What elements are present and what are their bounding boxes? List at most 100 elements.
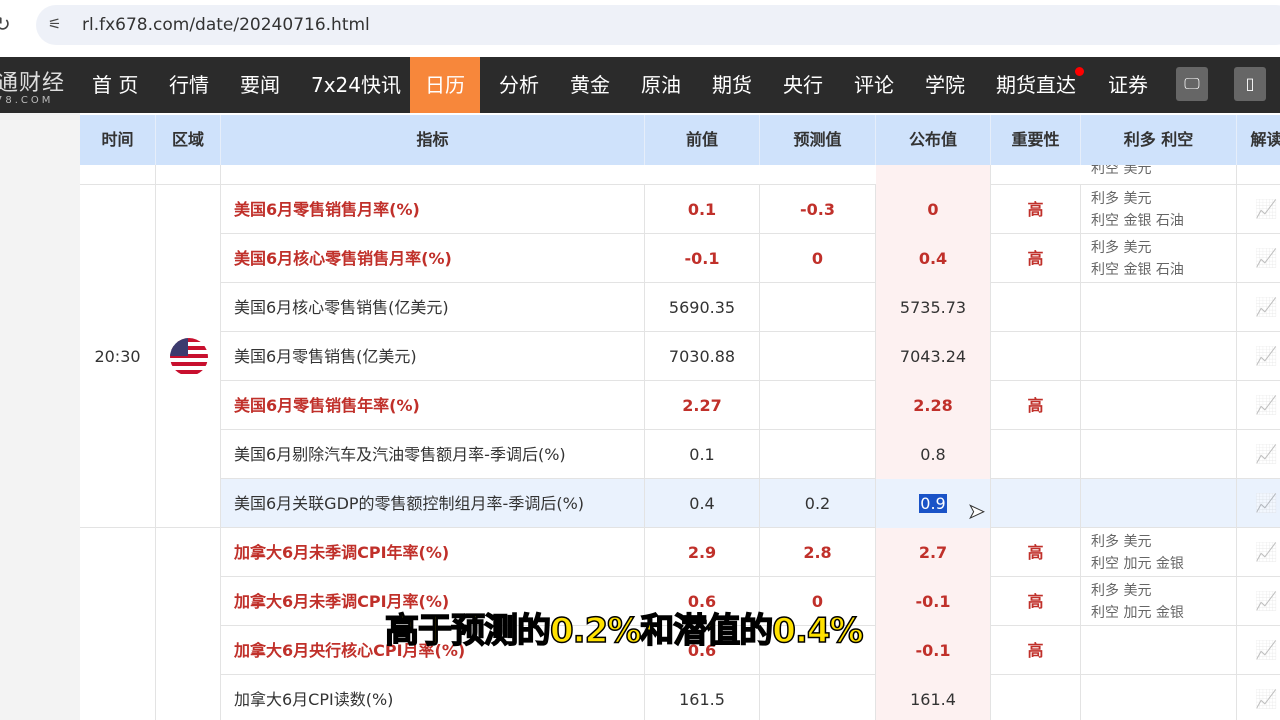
table-row[interactable]: 美国6月关联GDP的零售额控制组月率-季调后(%) 0.4 0.2 0.9 📈 [221,479,1280,528]
table-row[interactable]: 加拿大6月CPI读数(%) 161.5 161.4 📈 [221,675,1280,720]
importance: 高 [991,626,1081,675]
previous-value: -0.1 [645,234,760,283]
indicator-name[interactable]: 加拿大6月CPI读数(%) [221,675,645,720]
table-header: 时间 区域 指标 前值 预测值 公布值 重要性 利多 利空 解读 [80,115,1280,165]
nav-item[interactable]: 原油 [637,57,685,113]
chart-icon[interactable]: 📈 [1237,626,1280,675]
importance: 高 [991,577,1081,626]
table-row[interactable]: 美国6月剔除汽车及汽油零售额月率-季调后(%) 0.1 0.8 📈 [221,430,1280,479]
desktop-icon[interactable]: 🖵 [1176,67,1208,101]
nav-item[interactable]: 行情 [165,57,213,113]
published-value: 7043.24 [876,332,991,381]
table-row[interactable]: 加拿大6月未季调CPI年率(%) 2.9 2.8 2.7 高利多 美元 利空 加元 金银 📈 [221,528,1280,577]
nav-item[interactable]: 证券 [1104,57,1152,113]
url-text[interactable]: rl.fx678.com/date/20240716.html [82,15,370,35]
mobile-icon[interactable]: ▯ [1234,67,1266,101]
nav-item[interactable]: 分析 [495,57,543,113]
previous-value: 7030.88 [645,332,760,381]
effect-cell: 利多 美元 利空 加元 金银 [1081,528,1237,577]
table-row[interactable]: 美国6月零售销售月率(%) 0.1 -0.3 0 高利多 美元 利空 金银 石油 📈 [221,185,1280,234]
effect-cell [1081,626,1237,675]
nav-item[interactable]: 期货直达 [992,57,1080,113]
left-gutter [0,113,80,720]
column-header: 解读 [1237,115,1280,165]
table-row[interactable]: 美国6月核心零售销售(亿美元) 5690.35 5735.73 📈 [221,283,1280,332]
forecast-value: -0.3 [760,185,876,234]
chart-icon[interactable]: 📈 [1237,185,1280,234]
indicator-name[interactable]: 美国6月剔除汽车及汽油零售额月率-季调后(%) [221,430,645,479]
logo-sub: 78.COM [0,95,54,106]
site-settings-icon[interactable]: ⚟ [48,15,61,33]
chart-icon[interactable]: 📈 [1237,528,1280,577]
table-row[interactable]: 美国6月零售销售年率(%) 2.27 2.28 高 📈 [221,381,1280,430]
time-text: 20:30 [94,346,141,366]
chart-icon[interactable]: 📈 [1237,479,1280,528]
column-header: 前值 [645,115,760,165]
nav-item[interactable]: 首 页 [88,57,142,113]
forecast-value [760,381,876,430]
importance: 高 [991,185,1081,234]
nav-item[interactable]: 日历 [410,57,480,113]
published-value: 0 [876,185,991,234]
nav-item[interactable]: 期货 [708,57,756,113]
effect-line: 利多 美元 [1091,583,1152,599]
logo[interactable]: 通财经 78.COM [0,65,65,106]
table-row[interactable]: 美国6月零售销售(亿美元) 7030.88 7043.24 📈 [221,332,1280,381]
effect-line: 利多 美元 [1091,191,1152,207]
column-header: 指标 [221,115,645,165]
indicator-name[interactable]: 美国6月零售销售(亿美元) [221,332,645,381]
published-value: 2.7 [876,528,991,577]
effect-cell [1081,332,1237,381]
indicator-name[interactable]: 美国6月零售销售年率(%) [221,381,645,430]
importance [991,430,1081,479]
chart-icon[interactable]: 📈 [1237,381,1280,430]
table-row[interactable]: 美国6月核心零售销售月率(%) -0.1 0 0.4 高利多 美元 利空 金银 石油 📈 [221,234,1280,283]
chart-icon[interactable]: 📈 [1237,577,1280,626]
reload-icon[interactable]: ↻ [0,12,11,36]
effect-cell [1081,381,1237,430]
effect-line: 利空 金银 石油 [1091,262,1184,278]
forecast-value [760,283,876,332]
address-bar[interactable]: ⚟ rl.fx678.com/date/20240716.html [36,5,1280,45]
browser-bar: ↻ ⚟ rl.fx678.com/date/20240716.html [0,0,1280,55]
mouse-cursor-icon: ➤ [968,499,986,524]
forecast-value: 0.2 [760,479,876,528]
effect-cell [1081,675,1237,720]
indicator-name[interactable]: 美国6月关联GDP的零售额控制组月率-季调后(%) [221,479,645,528]
nav-item[interactable]: 央行 [779,57,827,113]
nav-item[interactable]: 要闻 [236,57,284,113]
forecast-value [760,332,876,381]
indicator-name[interactable]: 美国6月核心零售销售月率(%) [221,234,645,283]
chart-icon[interactable]: 📈 [1237,234,1280,283]
published-value: 161.4 [876,675,991,720]
indicator-name[interactable]: 加拿大6月未季调CPI年率(%) [221,528,645,577]
nav-item[interactable]: 学院 [921,57,969,113]
nav-item[interactable]: 黄金 [566,57,614,113]
region-cell [156,185,221,528]
published-value: 2.28 [876,381,991,430]
previous-value: 0.1 [645,430,760,479]
previous-value: 0.1 [645,185,760,234]
importance: 高 [991,234,1081,283]
effect-cell: 利多 美元 利空 金银 石油 [1081,234,1237,283]
importance [991,332,1081,381]
effect-line: 利多 美元 [1091,534,1152,550]
forecast-value [760,675,876,720]
indicator-name[interactable]: 美国6月核心零售销售(亿美元) [221,283,645,332]
column-header: 时间 [80,115,156,165]
chart-icon[interactable]: 📈 [1237,430,1280,479]
chart-icon[interactable]: 📈 [1237,332,1280,381]
published-value: -0.1 [876,577,991,626]
logo-text: 通财经 [0,71,66,96]
chart-icon[interactable]: 📈 [1237,283,1280,332]
previous-value: 5690.35 [645,283,760,332]
column-header: 区域 [156,115,221,165]
forecast-value: 2.8 [760,528,876,577]
effect-cell: 利多 美元利空 加元 金银 [1081,577,1237,626]
nav-item[interactable]: 7x24快讯 [307,57,405,113]
previous-value: 2.27 [645,381,760,430]
chart-icon[interactable]: 📈 [1237,675,1280,720]
indicator-name[interactable]: 美国6月零售销售月率(%) [221,185,645,234]
nav-item[interactable]: 评论 [850,57,898,113]
effect-line: 利空 加元 金银 [1091,605,1184,621]
